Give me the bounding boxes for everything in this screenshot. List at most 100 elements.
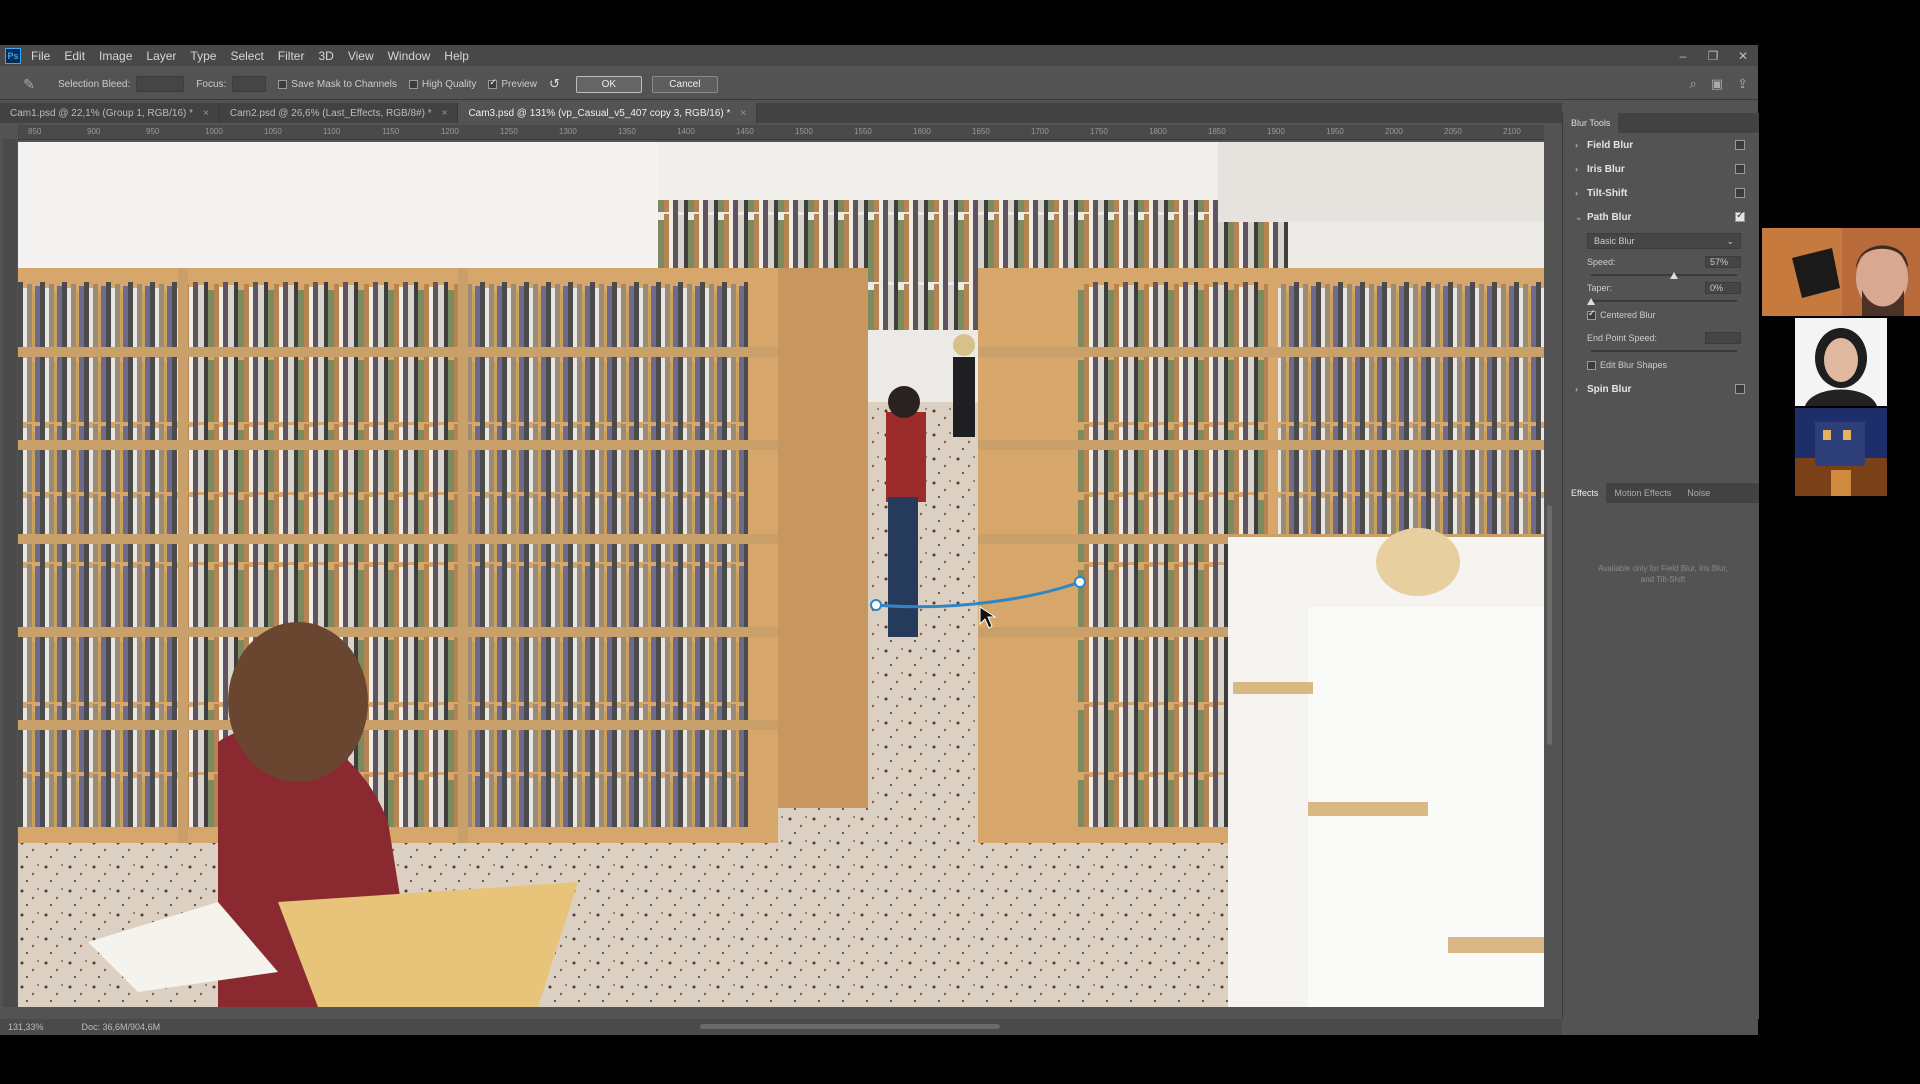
maximize-button[interactable]: ❐ [1698, 49, 1728, 63]
chevron-right-icon: › [1575, 384, 1578, 394]
end-point-speed-slider[interactable] [1587, 345, 1741, 357]
field-blur-row[interactable]: › Field Blur [1563, 133, 1759, 157]
tab-cam2[interactable]: Cam2.psd @ 26,6% (Last_Effects, RGB/8#) … [220, 103, 459, 123]
tab-noise[interactable]: Noise [1679, 483, 1718, 503]
menu-filter[interactable]: Filter [278, 49, 305, 63]
menu-select[interactable]: Select [230, 49, 263, 63]
ruler-tick-label: 2100 [1503, 127, 1521, 136]
workspace-icon[interactable]: ▣ [1711, 76, 1723, 92]
end-point-speed-field[interactable] [1705, 332, 1741, 344]
canvas[interactable] [18, 142, 1544, 1007]
iris-blur-row[interactable]: › Iris Blur [1563, 157, 1759, 181]
ruler-tick-label: 1300 [559, 127, 577, 136]
iris-blur-checkbox[interactable] [1735, 164, 1745, 174]
menu-image[interactable]: Image [99, 49, 132, 63]
path-blur-checkbox[interactable] [1735, 210, 1745, 222]
close-tab-icon[interactable]: × [203, 108, 209, 119]
preview-check-icon [488, 77, 498, 89]
menu-bar: Ps File Edit Image Layer Type Select Fil… [0, 45, 1758, 66]
horizontal-ruler[interactable]: 850 900 950 1000 1050 1100 1150 1200 1250 1300 135… [18, 125, 1544, 140]
tab-cam3[interactable]: Cam3.psd @ 131% (vp_Casual_v5_407 copy 3… [458, 103, 758, 123]
tab-cam1[interactable]: Cam1.psd @ 22,1% (Group 1, RGB/16) * × [0, 103, 220, 123]
ruler-tick-label: 1500 [795, 127, 813, 136]
speed-label: Speed: [1587, 257, 1616, 267]
tab-motion-effects[interactable]: Motion Effects [1606, 483, 1679, 503]
document-tabs: Cam1.psd @ 22,1% (Group 1, RGB/16) * × Ca… [0, 103, 1562, 123]
menu-edit[interactable]: Edit [64, 49, 85, 63]
blur-tools-panel: Blur Tools › Field Blur › Iris Blur › Ti… [1562, 113, 1759, 1019]
chevron-right-icon: › [1575, 140, 1578, 150]
centered-blur-label: Centered Blur [1600, 310, 1656, 320]
tilt-shift-label: Tilt-Shift [1587, 187, 1628, 199]
vertical-scrollbar[interactable] [1547, 505, 1552, 745]
focus-label: Focus: [196, 78, 227, 90]
path-blur-row[interactable]: ⌄ Path Blur [1563, 205, 1759, 229]
ruler-tick-label: 1150 [382, 127, 400, 136]
menu-window[interactable]: Window [388, 49, 431, 63]
options-bar: ✎ Selection Bleed: Focus: Save Mask to C… [0, 69, 1758, 100]
ruler-tick-label: 1400 [677, 127, 695, 136]
tilt-shift-checkbox[interactable] [1735, 188, 1745, 198]
menu-help[interactable]: Help [444, 49, 469, 63]
tab-effects[interactable]: Effects [1563, 483, 1607, 503]
ruler-tick-label: 1250 [500, 127, 518, 136]
ruler-tick-label: 1800 [1149, 127, 1167, 136]
ruler-tick-label: 950 [146, 127, 160, 136]
close-tab-icon[interactable]: × [442, 108, 448, 119]
ruler-tick-label: 2000 [1385, 127, 1403, 136]
horizontal-scrollbar[interactable] [700, 1024, 1000, 1029]
cancel-button[interactable]: Cancel [651, 75, 718, 93]
zoom-level[interactable]: 131,33% [8, 1022, 44, 1032]
minimize-button[interactable]: – [1668, 49, 1698, 63]
share-icon[interactable]: ⇪ [1737, 76, 1748, 92]
taper-label: Taper: [1587, 283, 1613, 293]
ruler-tick-label: 1050 [264, 127, 282, 136]
ruler-tick-label: 1200 [441, 127, 459, 136]
speed-slider-thumb[interactable] [1670, 272, 1679, 279]
speed-field[interactable]: 57% [1705, 256, 1741, 268]
blur-path-start-handle [870, 599, 882, 611]
ruler-tick-label: 1950 [1326, 127, 1344, 136]
menu-view[interactable]: View [348, 49, 374, 63]
ok-button[interactable]: OK [575, 75, 642, 93]
save-mask-checkbox[interactable]: Save Mask to Channels [278, 79, 397, 90]
spin-blur-row[interactable]: › Spin Blur [1563, 377, 1759, 401]
field-blur-label: Field Blur [1587, 139, 1634, 151]
focus-field[interactable] [232, 76, 267, 92]
preview-checkbox[interactable]: Preview [488, 77, 537, 90]
menu-type[interactable]: Type [190, 49, 216, 63]
vertical-ruler[interactable] [3, 139, 17, 1007]
high-quality-checkbox[interactable]: High Quality [408, 78, 477, 90]
photoshop-window: Ps File Edit Image Layer Type Select Fil… [0, 45, 1759, 1035]
blur-tool-icon[interactable]: ✎ [20, 75, 38, 93]
centered-blur-checkbox[interactable]: Centered Blur [1587, 307, 1741, 323]
high-quality-label: High Quality [421, 78, 477, 90]
ruler-tick-label: 1750 [1090, 127, 1108, 136]
path-blur-settings: Basic Blur ⌄ Speed: 57% Taper: 0% Cen [1563, 229, 1759, 377]
taper-slider[interactable] [1587, 295, 1741, 307]
menu-file[interactable]: File [31, 49, 50, 63]
panel-title[interactable]: Blur Tools [1563, 113, 1619, 133]
close-button[interactable]: ✕ [1728, 49, 1758, 63]
reset-icon[interactable]: ↺ [549, 76, 560, 92]
close-tab-icon[interactable]: × [740, 108, 746, 119]
doc-size: Doc: 36,6M/904,6M [81, 1022, 161, 1032]
taper-slider-thumb[interactable] [1587, 298, 1595, 305]
selection-bleed-label: Selection Bleed: [58, 78, 131, 90]
edit-blur-shapes-check-icon [1587, 360, 1596, 370]
tilt-shift-row[interactable]: › Tilt-Shift [1563, 181, 1759, 205]
blur-mode-select[interactable]: Basic Blur ⌄ [1587, 233, 1741, 249]
selection-bleed-field[interactable] [136, 76, 185, 92]
spin-blur-checkbox[interactable] [1735, 384, 1745, 394]
iris-blur-label: Iris Blur [1587, 163, 1625, 175]
search-icon[interactable]: ⌕ [1690, 76, 1697, 92]
panel-header: Blur Tools [1563, 113, 1759, 133]
field-blur-checkbox[interactable] [1735, 140, 1745, 150]
edit-blur-shapes-checkbox[interactable]: Edit Blur Shapes [1587, 357, 1741, 373]
menu-3d[interactable]: 3D [318, 49, 333, 63]
taper-field[interactable]: 0% [1705, 282, 1741, 294]
menu-layer[interactable]: Layer [146, 49, 176, 63]
ruler-tick-label: 1900 [1267, 127, 1285, 136]
speed-slider[interactable] [1587, 269, 1741, 281]
ruler-tick-label: 850 [28, 127, 42, 136]
